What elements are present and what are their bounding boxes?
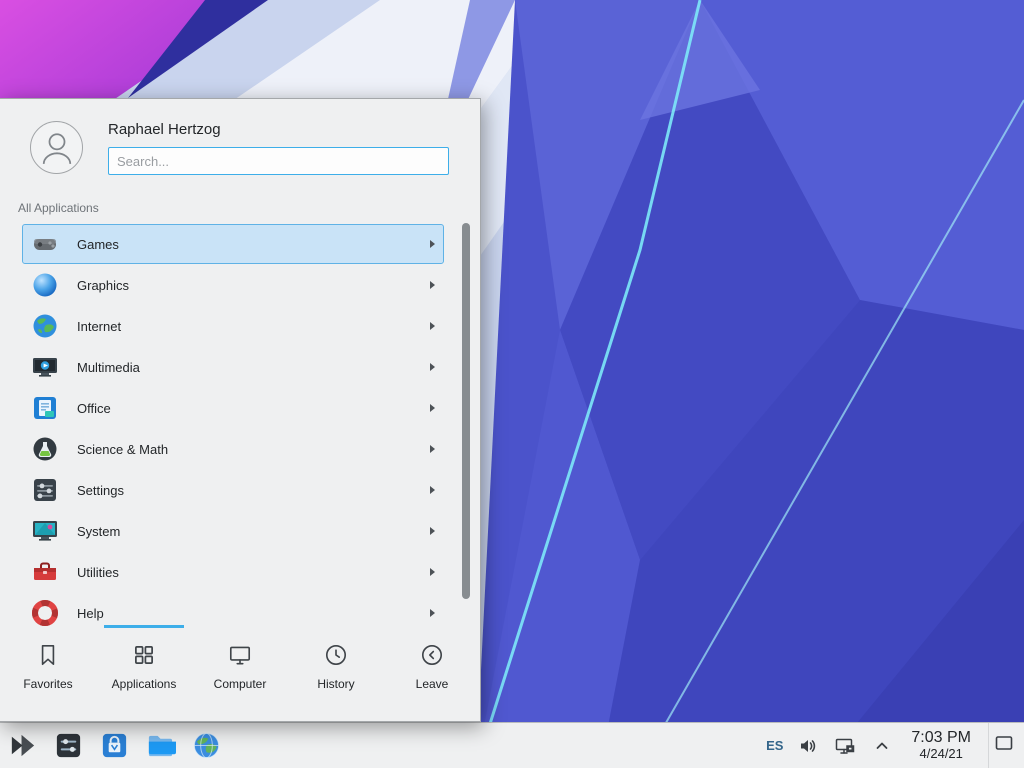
category-label: Help	[77, 606, 104, 621]
kickoff-icon	[7, 730, 38, 761]
category-row-utilities[interactable]: Utilities	[22, 552, 444, 592]
system-tray: ES 7:03 PM 4/24/21	[766, 723, 1024, 768]
discover-app-icon	[99, 730, 130, 761]
volume-icon	[797, 735, 819, 757]
category-row-multimedia[interactable]: Multimedia	[22, 347, 444, 387]
category-label: Utilities	[77, 565, 119, 580]
submenu-arrow-icon	[430, 322, 435, 330]
category-row-science-math[interactable]: Science & Math	[22, 429, 444, 469]
volume-button[interactable]	[796, 734, 820, 758]
submenu-arrow-icon	[430, 568, 435, 576]
tab-label: Leave	[416, 677, 449, 691]
web-browser-icon	[191, 730, 222, 761]
multimedia-icon	[31, 353, 59, 381]
submenu-arrow-icon	[430, 609, 435, 617]
computer-icon	[227, 642, 253, 668]
scrollbar-track[interactable]	[462, 223, 470, 627]
settings-app-icon	[53, 730, 84, 761]
graphics-icon	[31, 271, 59, 299]
applications-icon	[131, 642, 157, 668]
kickoff-launcher[interactable]	[4, 726, 40, 766]
file-manager-launcher[interactable]	[142, 726, 178, 766]
category-label: Multimedia	[77, 360, 140, 375]
taskbar: ES 7:03 PM 4/24/21	[0, 722, 1024, 768]
system-icon	[31, 517, 59, 545]
leave-icon	[419, 642, 445, 668]
tab-history[interactable]: History	[288, 625, 384, 721]
settings-app-launcher[interactable]	[50, 726, 86, 766]
keyboard-layout-indicator[interactable]: ES	[766, 738, 783, 753]
expand-tray-icon	[874, 738, 890, 754]
tab-label: Applications	[112, 677, 177, 691]
task-launchers	[0, 726, 224, 766]
history-icon	[323, 642, 349, 668]
user-avatar[interactable]	[30, 121, 83, 174]
show-desktop-button[interactable]	[988, 723, 1018, 768]
category-label: Science & Math	[77, 442, 168, 457]
web-browser-launcher[interactable]	[188, 726, 224, 766]
submenu-arrow-icon	[430, 445, 435, 453]
user-icon	[34, 125, 80, 171]
application-launcher-menu: Raphael Hertzog All Applications Games Gr…	[0, 98, 481, 722]
category-row-games[interactable]: Games	[22, 224, 444, 264]
digital-clock[interactable]: 7:03 PM 4/24/21	[907, 729, 975, 761]
submenu-arrow-icon	[430, 281, 435, 289]
category-label: System	[77, 524, 120, 539]
discover-app-launcher[interactable]	[96, 726, 132, 766]
user-name: Raphael Hertzog	[108, 121, 221, 138]
scrollbar-thumb[interactable]	[462, 223, 470, 599]
tab-favorites[interactable]: Favorites	[0, 625, 96, 721]
category-row-settings[interactable]: Settings	[22, 470, 444, 510]
utilities-icon	[31, 558, 59, 586]
favorites-icon	[35, 642, 61, 668]
settings-icon	[31, 476, 59, 504]
category-row-system[interactable]: System	[22, 511, 444, 551]
category-label: Graphics	[77, 278, 129, 293]
submenu-arrow-icon	[430, 404, 435, 412]
category-row-graphics[interactable]: Graphics	[22, 265, 444, 305]
network-icon	[834, 735, 856, 757]
science-icon	[31, 435, 59, 463]
tab-leave[interactable]: Leave	[384, 625, 480, 721]
show-desktop-icon	[993, 732, 1015, 759]
network-button[interactable]	[833, 734, 857, 758]
launcher-tab-bar: Favorites Applications Computer History Leav…	[0, 625, 480, 721]
category-label: Settings	[77, 483, 124, 498]
help-icon	[31, 599, 59, 627]
tab-label: Favorites	[23, 677, 72, 691]
category-row-help[interactable]: Help	[22, 593, 444, 627]
submenu-arrow-icon	[430, 527, 435, 535]
section-label: All Applications	[18, 201, 99, 215]
submenu-arrow-icon	[430, 486, 435, 494]
file-manager-icon	[145, 730, 176, 761]
category-row-office[interactable]: Office	[22, 388, 444, 428]
submenu-arrow-icon	[430, 363, 435, 371]
submenu-arrow-icon	[430, 240, 435, 248]
tab-label: Computer	[214, 677, 267, 691]
category-label: Internet	[77, 319, 121, 334]
office-icon	[31, 394, 59, 422]
clock-time: 7:03 PM	[911, 729, 971, 747]
category-label: Games	[77, 237, 119, 252]
tab-label: History	[317, 677, 354, 691]
category-label: Office	[77, 401, 111, 416]
internet-icon	[31, 312, 59, 340]
tab-applications[interactable]: Applications	[96, 625, 192, 721]
category-list: Games Graphics Internet Multimedia Office Sci…	[0, 223, 480, 627]
category-row-internet[interactable]: Internet	[22, 306, 444, 346]
clock-date: 4/24/21	[920, 747, 963, 762]
search-input[interactable]	[108, 147, 449, 175]
tab-computer[interactable]: Computer	[192, 625, 288, 721]
games-icon	[31, 230, 59, 258]
expand-tray-button[interactable]	[870, 734, 894, 758]
